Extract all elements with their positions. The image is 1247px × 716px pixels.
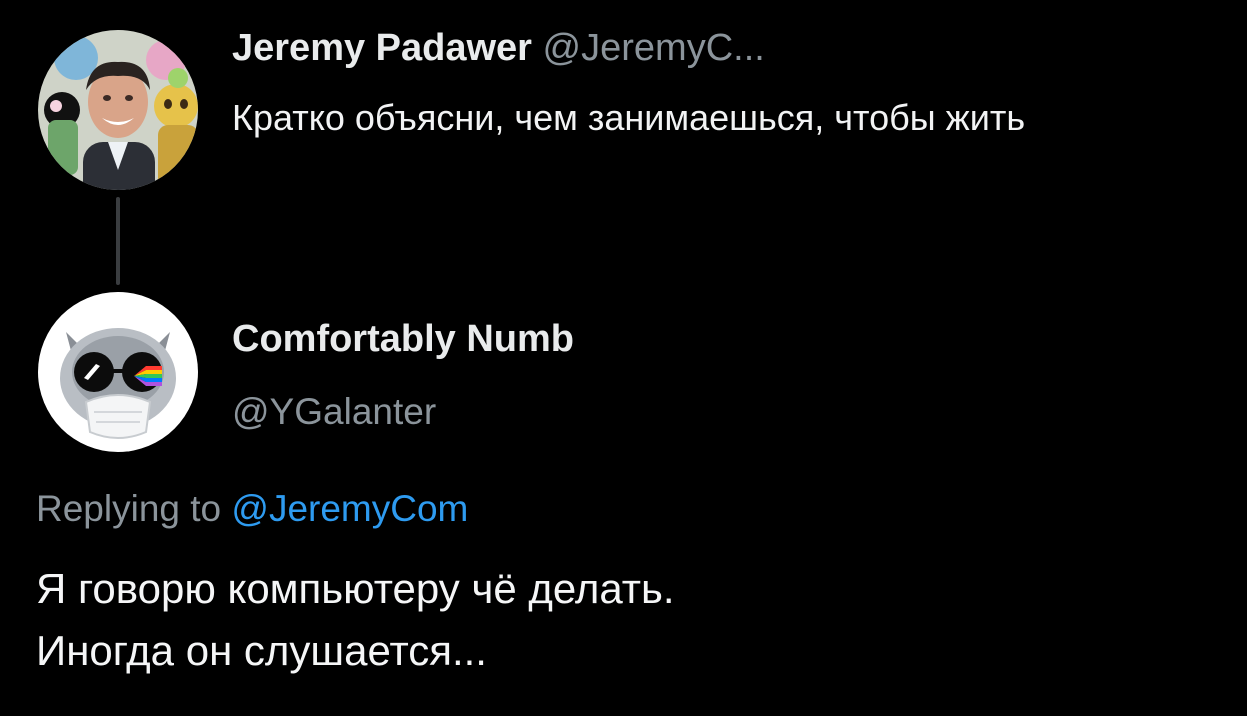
tweet-author-line: Jeremy Padawer @JeremyC... <box>232 25 765 71</box>
replying-to-line: Replying to @JeremyCom <box>36 486 468 532</box>
thread-connector-line <box>116 197 120 285</box>
original-tweet-text: Кратко объясни, чем занимаешься, чтобы ж… <box>232 97 1026 138</box>
author-display-name[interactable]: Jeremy Padawer <box>232 27 532 69</box>
profile-photo-icon <box>38 30 198 190</box>
replying-to-prefix: Replying to <box>36 488 222 529</box>
replying-to-mention-link[interactable]: @JeremyCom <box>231 488 468 529</box>
reply-text-line-2: Иногда он слушается... <box>36 627 487 674</box>
author-handle[interactable]: @JeremyC... <box>543 27 765 69</box>
reply-author-handle[interactable]: @YGalanter <box>232 390 436 434</box>
avatar-comfortably-numb[interactable] <box>38 292 198 452</box>
cat-avatar-icon <box>38 292 198 452</box>
avatar-jeremy-padawer[interactable] <box>38 30 198 190</box>
reply-tweet-text: Я говорю компьютеру чё делать. Иногда он… <box>36 558 1216 682</box>
reply-text-line-1: Я говорю компьютеру чё делать. <box>36 565 675 612</box>
tweet-thread: Jeremy Padawer @JeremyC... Кратко объясн… <box>0 0 1247 716</box>
reply-author-display-name[interactable]: Comfortably Numb <box>232 316 574 362</box>
